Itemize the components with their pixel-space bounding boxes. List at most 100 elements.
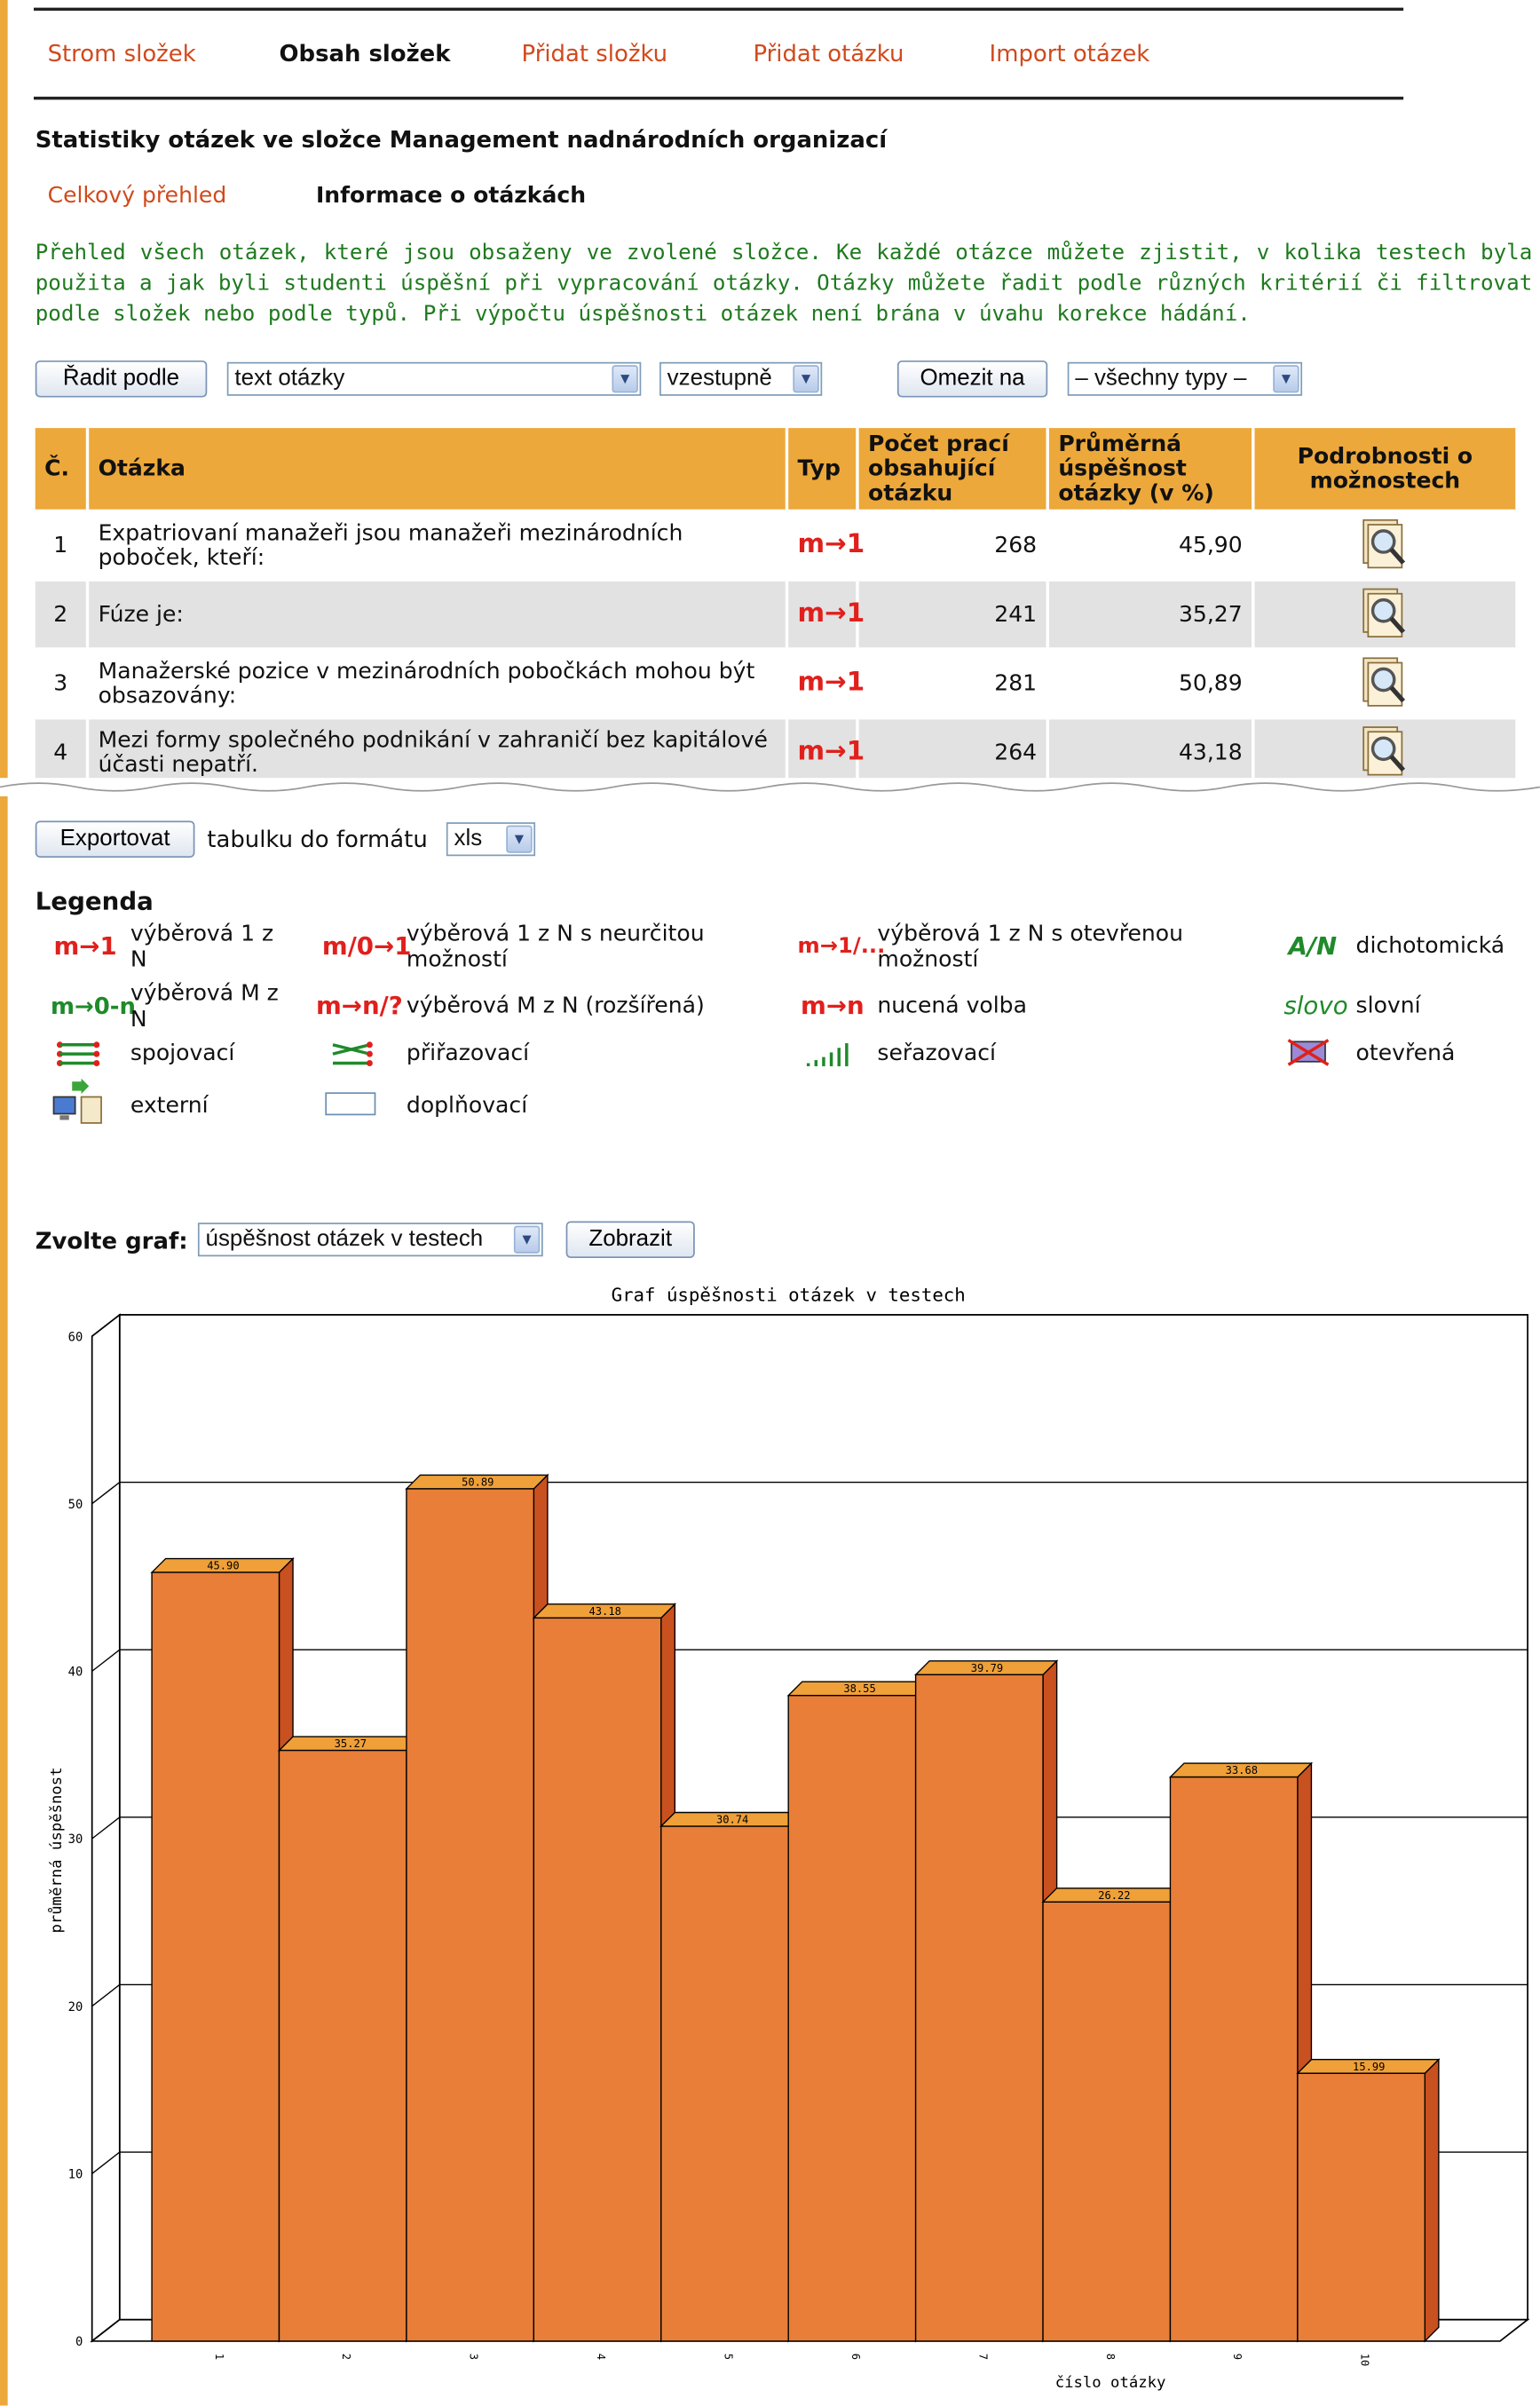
row-success: 35,27 xyxy=(1047,578,1255,649)
table-row: 3 Manažerské pozice v mezinárodních pobo… xyxy=(35,647,1519,718)
row-number: 3 xyxy=(35,647,90,718)
details-cell xyxy=(1252,716,1519,786)
page-title: Statistiky otázek ve složce Management n… xyxy=(35,125,888,154)
externi-icon xyxy=(52,1078,102,1124)
sort-field-value: text otázky xyxy=(234,365,345,392)
serazovaci-icon xyxy=(806,1043,849,1066)
table-row: 1 Expatriovaní manažeři jsou manažeři me… xyxy=(35,509,1519,581)
nav-top-line xyxy=(34,7,1404,12)
page-break-separator xyxy=(0,778,1540,796)
export-format-select[interactable]: xls ▼ xyxy=(446,822,536,857)
legend-label: externí xyxy=(130,1094,209,1119)
bar xyxy=(787,1695,917,2342)
legend-m0n-icon: m→0-n xyxy=(51,993,137,1021)
x-tick-label: 7 xyxy=(976,2354,989,2360)
table-header-row: Č. Otázka Typ Počet prací obsahující otá… xyxy=(35,428,1519,511)
bar-side xyxy=(1424,2058,1440,2343)
show-chart-button[interactable]: Zobrazit xyxy=(565,1221,695,1258)
type-icon-cell: m→1 xyxy=(786,716,865,786)
y-tick-label: 30 xyxy=(68,1832,83,1847)
success-bar-chart: 0 10 20 30 40 50 60 45.90 1 35.27 2 50.89 3 43.18 4 30.… xyxy=(47,1284,1530,2392)
table-row: 4 Mezi formy společného podnikání v zahr… xyxy=(35,716,1519,786)
details-cell xyxy=(1252,578,1519,649)
y-tick-label: 60 xyxy=(68,1330,83,1344)
left-accent-bar-top xyxy=(0,0,8,780)
header-cislo[interactable]: Č. xyxy=(35,428,90,511)
magnifier-document-icon[interactable] xyxy=(1359,516,1411,568)
chart-type-select[interactable]: úspěšnost otázek v testech ▼ xyxy=(197,1223,543,1257)
header-uspesnost[interactable]: Průměrná úspěšnost otázky (v %) xyxy=(1047,428,1255,511)
spojovaci-icon xyxy=(56,1041,100,1066)
row-success: 43,18 xyxy=(1047,716,1255,786)
legend-label: výběrová 1 z N s otevřenou možností xyxy=(877,922,1184,973)
row-success: 50,89 xyxy=(1047,647,1255,718)
type-icon-cell: m→1 xyxy=(786,647,865,718)
tab-obsah-slozek[interactable]: Obsah složek xyxy=(279,40,450,67)
bar-value-label: 15.99 xyxy=(1353,2061,1385,2073)
row-question: Fúze je: xyxy=(87,578,789,649)
row-count: 268 xyxy=(857,509,1049,581)
x-tick-label: 8 xyxy=(1104,2354,1117,2360)
y-tick-label: 20 xyxy=(68,2000,83,2014)
y-tick-label: 0 xyxy=(75,2335,83,2349)
row-number: 2 xyxy=(35,578,90,649)
otevrena-icon xyxy=(1287,1039,1330,1066)
bar-value-label: 50.89 xyxy=(462,1476,494,1488)
questions-table: Č. Otázka Typ Počet prací obsahující otá… xyxy=(35,428,1519,786)
header-pocet-praci[interactable]: Počet prací obsahující otázku xyxy=(857,428,1049,511)
header-podrobnosti: Podrobnosti o možnostech xyxy=(1252,428,1519,511)
legend-label: spojovací xyxy=(130,1041,235,1066)
legend-slovo-icon: slovo xyxy=(1283,991,1348,1021)
prirazovaci-icon xyxy=(332,1041,373,1066)
subtab-celkovy-prehled[interactable]: Celkový přehled xyxy=(48,184,227,209)
row-question: Expatriovaní manažeři jsou manažeři mezi… xyxy=(87,509,789,581)
type-m-1-icon: m→1 xyxy=(797,598,865,629)
page: Strom složek Obsah složek Přidat složku … xyxy=(0,0,1540,2406)
tab-import-otazek[interactable]: Import otázek xyxy=(990,40,1150,67)
chevron-down-icon: ▼ xyxy=(506,825,533,853)
chart-select-label: Zvolte graf: xyxy=(35,1227,188,1255)
type-filter-select[interactable]: – všechny typy – ▼ xyxy=(1067,361,1303,396)
magnifier-document-icon[interactable] xyxy=(1359,724,1411,776)
header-typ[interactable]: Typ xyxy=(786,428,859,511)
sort-field-select[interactable]: text otázky ▼ xyxy=(226,361,642,396)
row-count: 241 xyxy=(857,578,1049,649)
chevron-down-icon: ▼ xyxy=(513,1225,541,1254)
tab-pridat-otazku[interactable]: Přidat otázku xyxy=(753,40,904,67)
bar xyxy=(914,1674,1044,2342)
bar-value-label: 43.18 xyxy=(589,1605,621,1618)
magnifier-document-icon[interactable] xyxy=(1359,585,1411,637)
legend-label: přiřazovací xyxy=(406,1041,530,1066)
intro-text: Přehled všech otázek, které jsou obsažen… xyxy=(35,241,1533,328)
row-count: 281 xyxy=(857,647,1049,718)
bar xyxy=(406,1488,535,2342)
export-button[interactable]: Exportovat xyxy=(35,820,195,858)
sort-order-select[interactable]: vzestupně ▼ xyxy=(659,361,823,396)
row-count: 264 xyxy=(857,716,1049,786)
chevron-down-icon: ▼ xyxy=(793,365,819,393)
legend-label: výběrová 1 z N s neurčitou možností xyxy=(406,922,705,973)
type-filter-value: – všechny typy – xyxy=(1075,365,1247,392)
tab-pridat-slozku[interactable]: Přidat složku xyxy=(522,40,668,67)
sort-button[interactable]: Řadit podle xyxy=(35,360,208,398)
type-m-1-icon: m→1 xyxy=(797,667,865,699)
legend-label: výběrová M z N (rozšířená) xyxy=(406,993,705,1019)
subtab-informace-o-otazkach[interactable]: Informace o otázkách xyxy=(316,184,586,209)
table-row: 2 Fúze je: m→1 241 35,27 xyxy=(35,578,1519,649)
bar-value-label: 33.68 xyxy=(1226,1764,1258,1777)
header-otazka[interactable]: Otázka xyxy=(87,428,789,511)
tab-strom-slozek[interactable]: Strom složek xyxy=(48,40,196,67)
chevron-down-icon: ▼ xyxy=(1273,365,1299,393)
bar xyxy=(1042,1901,1172,2342)
x-tick-label: 3 xyxy=(468,2354,480,2360)
x-tick-label: 1 xyxy=(213,2354,225,2360)
bar-value-label: 35.27 xyxy=(335,1737,367,1750)
legend-m1-open-icon: m→1/... xyxy=(797,934,886,959)
bar-value-label: 26.22 xyxy=(1098,1889,1130,1902)
x-tick-label: 6 xyxy=(849,2354,862,2360)
limit-button[interactable]: Omezit na xyxy=(896,360,1048,398)
magnifier-document-icon[interactable] xyxy=(1359,654,1411,707)
y-tick-label: 50 xyxy=(68,1498,83,1512)
chart-type-value: úspěšnost otázek v testech xyxy=(205,1225,484,1253)
x-tick-label: 4 xyxy=(595,2354,607,2360)
